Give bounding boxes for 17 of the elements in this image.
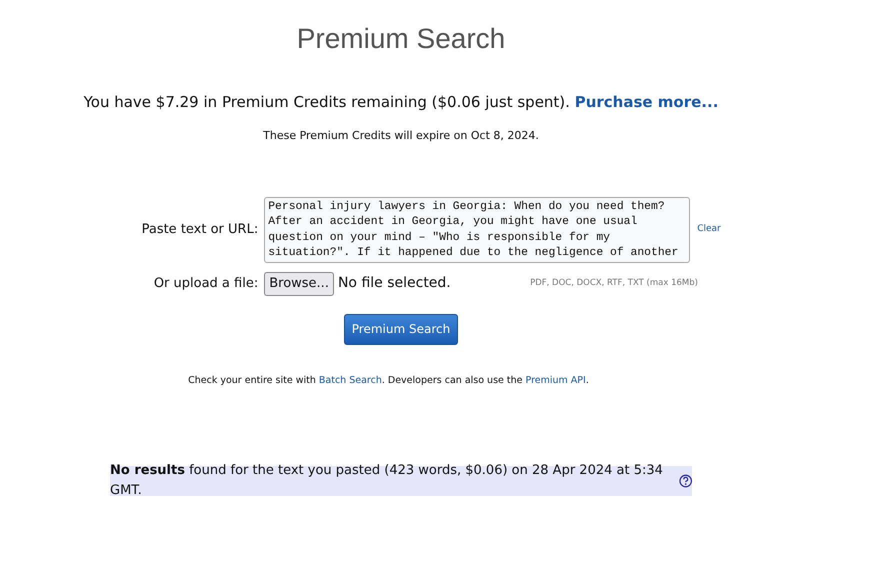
file-label: Or upload a file: — [152, 274, 260, 293]
premium-search-button[interactable]: Premium Search — [344, 314, 458, 344]
credits-message: You have $7.29 in Premium Credits remaining ($0.06 just spent). Purchase more... — [84, 92, 718, 112]
info-text: Check your entire site with Batch Search. Developers can also use the Premium API. — [188, 374, 589, 388]
purchase-link[interactable]: Purchase more... — [574, 93, 718, 111]
file-format-hint: PDF, DOC, DOCX, RTF, TXT (max 16Mb) — [529, 277, 698, 290]
browse-button[interactable]: Browse... — [264, 272, 334, 296]
expiry-note: These Premium Credits will expire on Oct 8, 2024. — [263, 128, 539, 144]
text-input-field[interactable]: Personal injury lawyers in Georgia: When do you need them? After an accident in Georgia, you might have one usual question on your mind – "Who is responsible for my situation?". If it happened due to the negligence of another — [264, 196, 690, 262]
premium-api-link[interactable]: Premium API — [526, 374, 586, 386]
text-label: Paste text or URL: — [141, 220, 260, 239]
help-icon[interactable] — [678, 474, 692, 488]
batch-search-link[interactable]: Batch Search — [318, 374, 382, 386]
clear-link[interactable]: Clear — [697, 222, 721, 236]
page-title: Premium Search — [296, 22, 506, 56]
file-status: No file selected. — [338, 274, 452, 293]
result-message: No results found for the text you pasted (423 words, $0.06) on 28 Apr 2024 at 5:34 GMT. — [110, 462, 664, 500]
